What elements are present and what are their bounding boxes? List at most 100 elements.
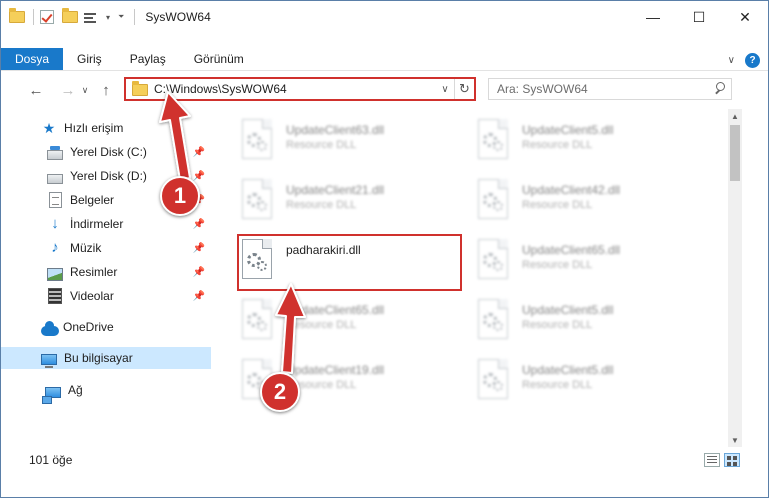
pin-icon[interactable]: 📌 [193,219,205,230]
minimize-button[interactable]: — [630,1,676,33]
tab-home[interactable]: Giriş [63,48,116,70]
onedrive-icon [41,321,59,336]
pin-icon[interactable]: 📌 [193,147,205,158]
documents-icon [49,192,62,208]
dll-file-icon [240,179,276,223]
refresh-button[interactable]: ↻ [454,79,474,99]
recent-locations-button[interactable]: ∨ [79,79,91,101]
address-path[interactable]: C:\Windows\SysWOW64 [154,82,436,96]
maximize-button[interactable]: ☐ [676,1,722,33]
this-pc-icon [41,353,57,368]
file-type: Resource DLL [522,259,593,271]
videos-icon [48,288,62,304]
navigation-pane: ★ Hızlı erişim Yerel Disk (C:) 📌 Yerel D… [1,111,213,441]
ribbon-tabs: Dosya Giriş Paylaş Görünüm ∨ ? [1,48,768,71]
sidebar-item-downloads[interactable]: ↓ İndirmeler 📌 [1,213,211,235]
file-name: UpdateClient42.dll [522,183,621,197]
sidebar-item-local-disk-c[interactable]: Yerel Disk (C:) 📌 [1,141,211,163]
highlight-box [237,234,462,291]
file-name: UpdateClient5.dll [522,123,614,137]
step-badge-1: 1 [160,176,200,216]
address-bar[interactable]: C:\Windows\SysWOW64 ∨ ↻ [124,77,476,101]
tab-view[interactable]: Görünüm [180,48,258,70]
list-item[interactable]: UpdateClient65.dll Resource DLL [476,235,706,289]
tiles-view-icon[interactable] [724,453,740,467]
search-box[interactable] [488,78,732,100]
vertical-scrollbar[interactable]: ▲ ▼ [728,109,742,447]
file-name: UpdateClient19.dll [286,363,385,377]
file-name: UpdateClient5.dll [522,303,614,317]
tab-file[interactable]: Dosya [1,48,64,70]
properties-icon[interactable] [84,11,100,25]
file-type: Resource DLL [286,139,357,151]
list-item[interactable]: UpdateClient5.dll Resource DLL [476,295,706,349]
search-icon[interactable] [711,79,731,99]
pin-icon[interactable]: 📌 [193,267,205,278]
quick-access-toolbar: ▾ ⏷ SysWOW64 [1,1,211,33]
dll-file-icon [476,239,512,283]
scroll-up-button[interactable]: ▲ [728,109,742,123]
dll-file-icon [476,299,512,343]
pin-icon[interactable]: 📌 [193,291,205,302]
folder-icon [132,81,148,96]
list-item[interactable]: UpdateClient5.dll Resource DLL [476,115,706,169]
list-item[interactable]: UpdateClient63.dll Resource DLL [240,115,470,169]
window-controls: — ☐ ✕ [630,1,768,33]
pictures-icon [47,267,63,281]
status-bar: 101 öğe [1,449,768,471]
dll-file-icon [476,359,512,403]
toolbar-divider [33,9,34,25]
forward-button[interactable]: → [57,79,79,101]
new-folder-icon[interactable] [62,8,78,25]
up-button[interactable]: ↑ [95,79,117,101]
network-icon [42,386,61,404]
list-item[interactable]: UpdateClient21.dll Resource DLL [240,175,470,229]
sidebar-item-onedrive[interactable]: OneDrive [1,316,211,338]
file-type: Resource DLL [522,319,593,331]
dll-file-icon [240,299,276,343]
list-item[interactable]: UpdateClient65.dll Resource DLL [240,295,470,349]
sidebar-item-this-pc[interactable]: Bu bilgisayar [1,347,211,369]
file-type: Resource DLL [286,199,357,211]
list-item[interactable]: UpdateClient5.dll Resource DLL [476,355,706,409]
back-button[interactable]: ← [25,79,47,101]
sidebar-item-label: Müzik [70,241,102,255]
scroll-down-button[interactable]: ▼ [728,433,742,447]
expand-ribbon-icon[interactable]: ∨ [728,55,735,66]
details-view-icon[interactable] [704,453,720,467]
star-icon: ★ [42,120,56,136]
drive-icon [47,174,63,184]
sidebar-item-label: Hızlı erişim [64,121,124,135]
sidebar-item-videos[interactable]: Videolar 📌 [1,285,211,307]
chevron-down-icon[interactable]: ∨ [436,84,454,95]
dll-file-icon [476,179,512,223]
tab-share[interactable]: Paylaş [116,48,180,70]
customize-toolbar-icon[interactable]: ⏷ [118,12,124,22]
step-badge-2: 2 [260,372,300,412]
sidebar-item-network[interactable]: Ağ [1,379,211,404]
file-type: Resource DLL [286,379,357,391]
chevron-down-icon[interactable]: ▾ [106,13,110,22]
file-type: Resource DLL [522,139,593,151]
download-icon: ↓ [51,215,59,232]
title-bar: ▾ ⏷ SysWOW64 — ☐ ✕ [1,1,768,33]
sidebar-item-label: OneDrive [63,320,114,334]
sidebar-item-label: Ağ [68,383,83,397]
check-properties-icon[interactable] [40,9,56,25]
scroll-thumb[interactable] [730,125,740,181]
pin-icon[interactable]: 📌 [193,171,205,182]
file-type: Resource DLL [522,379,593,391]
help-icon[interactable]: ? [745,52,760,68]
pin-icon[interactable]: 📌 [193,243,205,254]
dll-file-icon [240,119,276,163]
sidebar-item-music[interactable]: ♪ Müzik 📌 [1,237,211,259]
sidebar-item-quick-access[interactable]: ★ Hızlı erişim [1,117,211,139]
sidebar-item-label: Videolar [70,289,114,303]
dll-file-icon [476,119,512,163]
search-input[interactable] [497,82,711,96]
list-item[interactable]: UpdateClient42.dll Resource DLL [476,175,706,229]
sidebar-item-pictures[interactable]: Resimler 📌 [1,261,211,283]
file-type: Resource DLL [522,199,593,211]
toolbar-divider [134,9,136,25]
close-button[interactable]: ✕ [722,1,768,33]
